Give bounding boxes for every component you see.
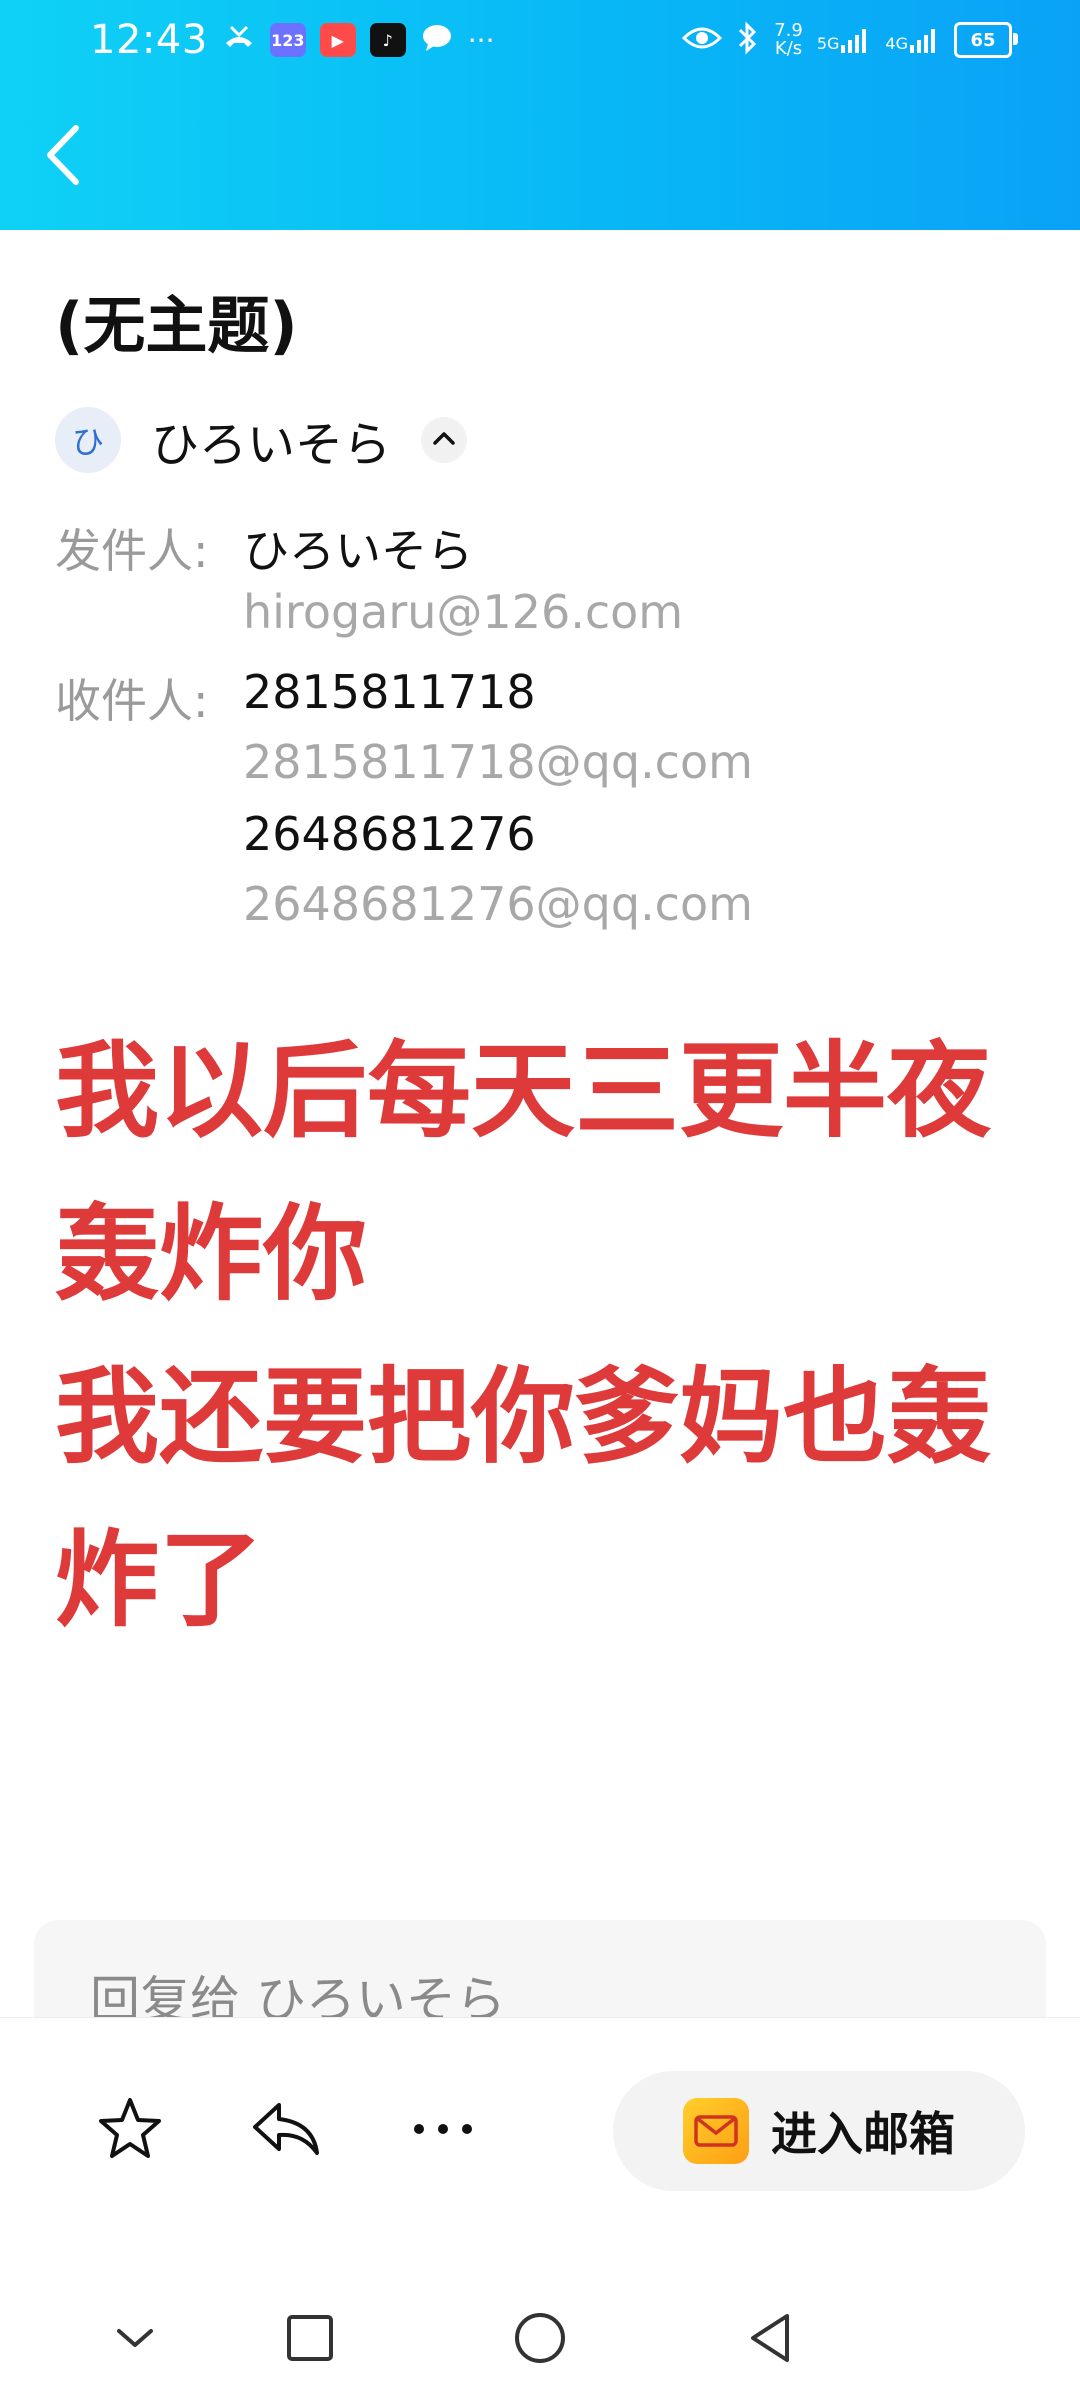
signal-icon: 4G: [885, 27, 940, 53]
chevron-down-icon: [113, 2323, 157, 2357]
tiktok-icon: ♪: [369, 23, 406, 57]
reply-button[interactable]: [246, 2091, 326, 2171]
chat-bubble-icon: [420, 23, 454, 57]
from-name[interactable]: ひろいそら: [243, 515, 473, 581]
app-header: 12:43 123 ▶ ♪ ··· 7.9 K/s 5G 4G 65: [0, 0, 1080, 230]
battery-icon: 65: [954, 22, 1018, 58]
triangle-back-icon: [745, 2310, 795, 2370]
status-bar-left: 12:43 123 ▶ ♪ ···: [90, 12, 494, 68]
status-time: 12:43: [90, 17, 208, 63]
sender-name: ひろいそら: [151, 417, 392, 473]
avatar: ひ: [55, 407, 121, 473]
star-button[interactable]: [90, 2091, 170, 2171]
to-label: 收件人:: [55, 674, 209, 728]
more-button[interactable]: [403, 2091, 483, 2171]
nav-back-button[interactable]: [730, 2300, 810, 2380]
reply-icon: [249, 2097, 323, 2165]
bottom-toolbar: 进入邮箱: [0, 2017, 1080, 2248]
signal-icon: 5G: [817, 27, 872, 53]
recipient-email[interactable]: 2648681276@qq.com: [243, 877, 753, 931]
missed-call-icon: [222, 23, 256, 57]
video-app-icon: ▶: [319, 23, 356, 57]
from-label: 发件人:: [55, 524, 209, 578]
app-123-icon: 123: [269, 23, 306, 57]
sender-chip[interactable]: ひ ひろいそら: [55, 405, 468, 475]
recipient-email[interactable]: 2815811718@qq.com: [243, 735, 753, 789]
from-email[interactable]: hirogaru@126.com: [243, 585, 683, 639]
enter-mailbox-label: 进入邮箱: [771, 2107, 955, 2161]
chevron-up-icon: [431, 429, 457, 451]
enter-mailbox-button[interactable]: 进入邮箱: [613, 2071, 1025, 2191]
nav-home-button[interactable]: [500, 2300, 580, 2380]
collapse-details-button[interactable]: [421, 417, 468, 463]
body-line: 我以后每天三更半夜轰炸你: [55, 1030, 992, 1315]
nav-recents-button[interactable]: [270, 2300, 350, 2380]
eye-icon: [682, 24, 723, 56]
nav-hide-button[interactable]: [95, 2300, 175, 2380]
email-body: 我以后每天三更半夜轰炸你 我还要把你爹妈也轰炸了: [55, 1010, 1045, 1662]
recipient-name[interactable]: 2815811718: [243, 665, 536, 719]
email-subject: (无主题): [55, 289, 298, 362]
square-icon: [285, 2313, 335, 2367]
mail-icon: [683, 2098, 749, 2164]
back-button[interactable]: [40, 120, 90, 190]
bluetooth-icon: [736, 21, 760, 59]
body-line: 我还要把你爹妈也轰炸了: [55, 1356, 992, 1641]
system-nav-bar: [0, 2280, 1080, 2400]
circle-icon: [512, 2310, 568, 2370]
recipient-name[interactable]: 2648681276: [243, 807, 536, 861]
status-bar-right: 7.9 K/s 5G 4G 65: [682, 12, 1018, 68]
chevron-left-icon: [40, 125, 90, 194]
star-icon: [95, 2094, 165, 2168]
more-icon: [411, 2121, 475, 2141]
net-speed: 7.9 K/s: [774, 20, 803, 59]
more-dots-icon: ···: [467, 23, 495, 57]
